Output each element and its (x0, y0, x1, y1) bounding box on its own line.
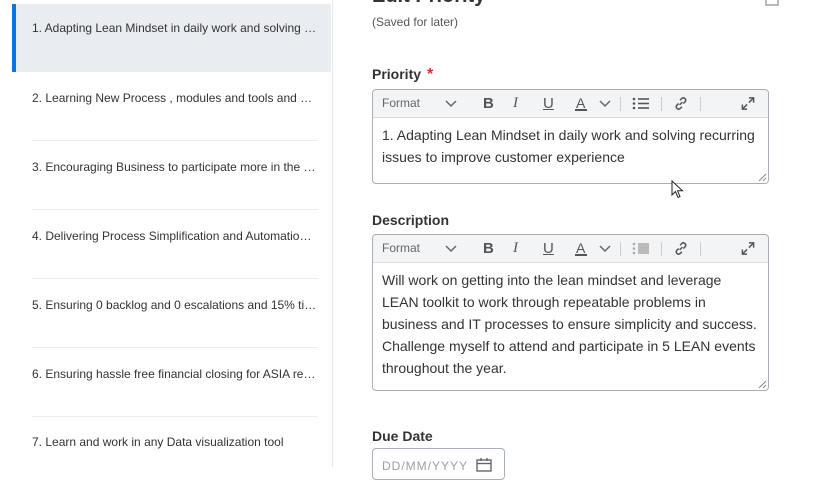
format-dropdown[interactable]: Format (382, 90, 420, 117)
sidebar-item-2[interactable]: 2. Learning New Process , modules and to… (32, 91, 318, 105)
underline-button[interactable]: U (543, 90, 554, 117)
format-dropdown[interactable]: Format (382, 235, 420, 262)
due-date-placeholder: DD/MM/YYYY (382, 459, 469, 473)
calendar-icon[interactable] (476, 458, 492, 472)
toolbar-divider (700, 242, 701, 256)
resize-handle-icon[interactable] (758, 380, 767, 389)
description-paragraph: Will work on getting into the lean minds… (382, 272, 757, 332)
save-status: (Saved for later) (372, 15, 459, 29)
divider (32, 347, 318, 348)
chevron-down-icon[interactable] (445, 99, 457, 109)
priority-text-area[interactable]: 1. Adapting Lean Mindset in daily work a… (373, 118, 768, 174)
divider (32, 140, 318, 141)
description-toolbar: Format B I U A (373, 235, 768, 263)
text-color-button[interactable]: A (575, 90, 587, 117)
chevron-down-icon[interactable] (599, 99, 611, 109)
expand-icon[interactable] (740, 96, 756, 111)
bold-button[interactable]: B (483, 235, 494, 262)
italic-button[interactable]: I (513, 90, 518, 117)
link-icon[interactable] (673, 241, 689, 256)
chevron-down-icon[interactable] (599, 244, 611, 254)
sidebar-item-3[interactable]: 3. Encouraging Business to participate m… (32, 160, 318, 174)
toolbar-divider (620, 97, 621, 111)
sidebar-item-1[interactable]: 1. Adapting Lean Mindset in daily work a… (32, 21, 318, 35)
sidebar-item-4[interactable]: 4. Delivering Process Simplification and… (32, 229, 318, 243)
sidebar-item-6[interactable]: 6. Ensuring hassle free financial closin… (32, 367, 318, 381)
description-text-area[interactable]: Will work on getting into the lean minds… (373, 263, 768, 385)
active-item-indicator (12, 4, 16, 72)
chevron-down-icon[interactable] (445, 244, 457, 254)
bulleted-list-icon[interactable] (632, 97, 650, 110)
sidebar-item-5[interactable]: 5. Ensuring 0 backlog and 0 escalations … (32, 298, 318, 312)
description-label: Description (372, 212, 450, 228)
sidebar-item-7[interactable]: 7. Learn and work in any Data visualizat… (32, 435, 318, 449)
underline-button[interactable]: U (543, 235, 554, 262)
priority-editor: Format B I U A 1. Adapting Lean Mindset … (372, 89, 769, 184)
due-date-label: Due Date (372, 428, 433, 444)
mouse-pointer-icon (671, 180, 684, 199)
priority-toolbar: Format B I U A (373, 90, 768, 118)
divider (32, 416, 318, 417)
priority-label: Priority * (372, 66, 433, 84)
toolbar-divider (661, 242, 662, 256)
link-icon[interactable] (673, 96, 689, 111)
active-item-background (12, 4, 331, 72)
toolbar-divider (620, 242, 621, 256)
required-asterisk: * (427, 66, 434, 83)
divider (32, 278, 318, 279)
resize-handle-icon[interactable] (758, 173, 767, 182)
bulleted-list-icon[interactable] (632, 242, 650, 255)
priority-list-sidebar: 1. Adapting Lean Mindset in daily work a… (0, 0, 333, 467)
divider (32, 209, 318, 210)
bold-button[interactable]: B (483, 90, 494, 117)
priority-label-text: Priority (372, 66, 422, 82)
description-paragraph: Challenge myself to attend and participa… (382, 338, 756, 376)
due-date-input[interactable]: DD/MM/YYYY (372, 448, 505, 480)
description-editor: Format B I U A Will work on getting into… (372, 234, 769, 391)
toolbar-divider (700, 97, 701, 111)
toolbar-divider (661, 97, 662, 111)
page-title: Edit Priority (372, 0, 485, 8)
expand-icon[interactable] (740, 241, 756, 256)
italic-button[interactable]: I (513, 235, 518, 262)
text-color-button[interactable]: A (575, 235, 587, 262)
calendar-icon[interactable] (765, 0, 779, 6)
